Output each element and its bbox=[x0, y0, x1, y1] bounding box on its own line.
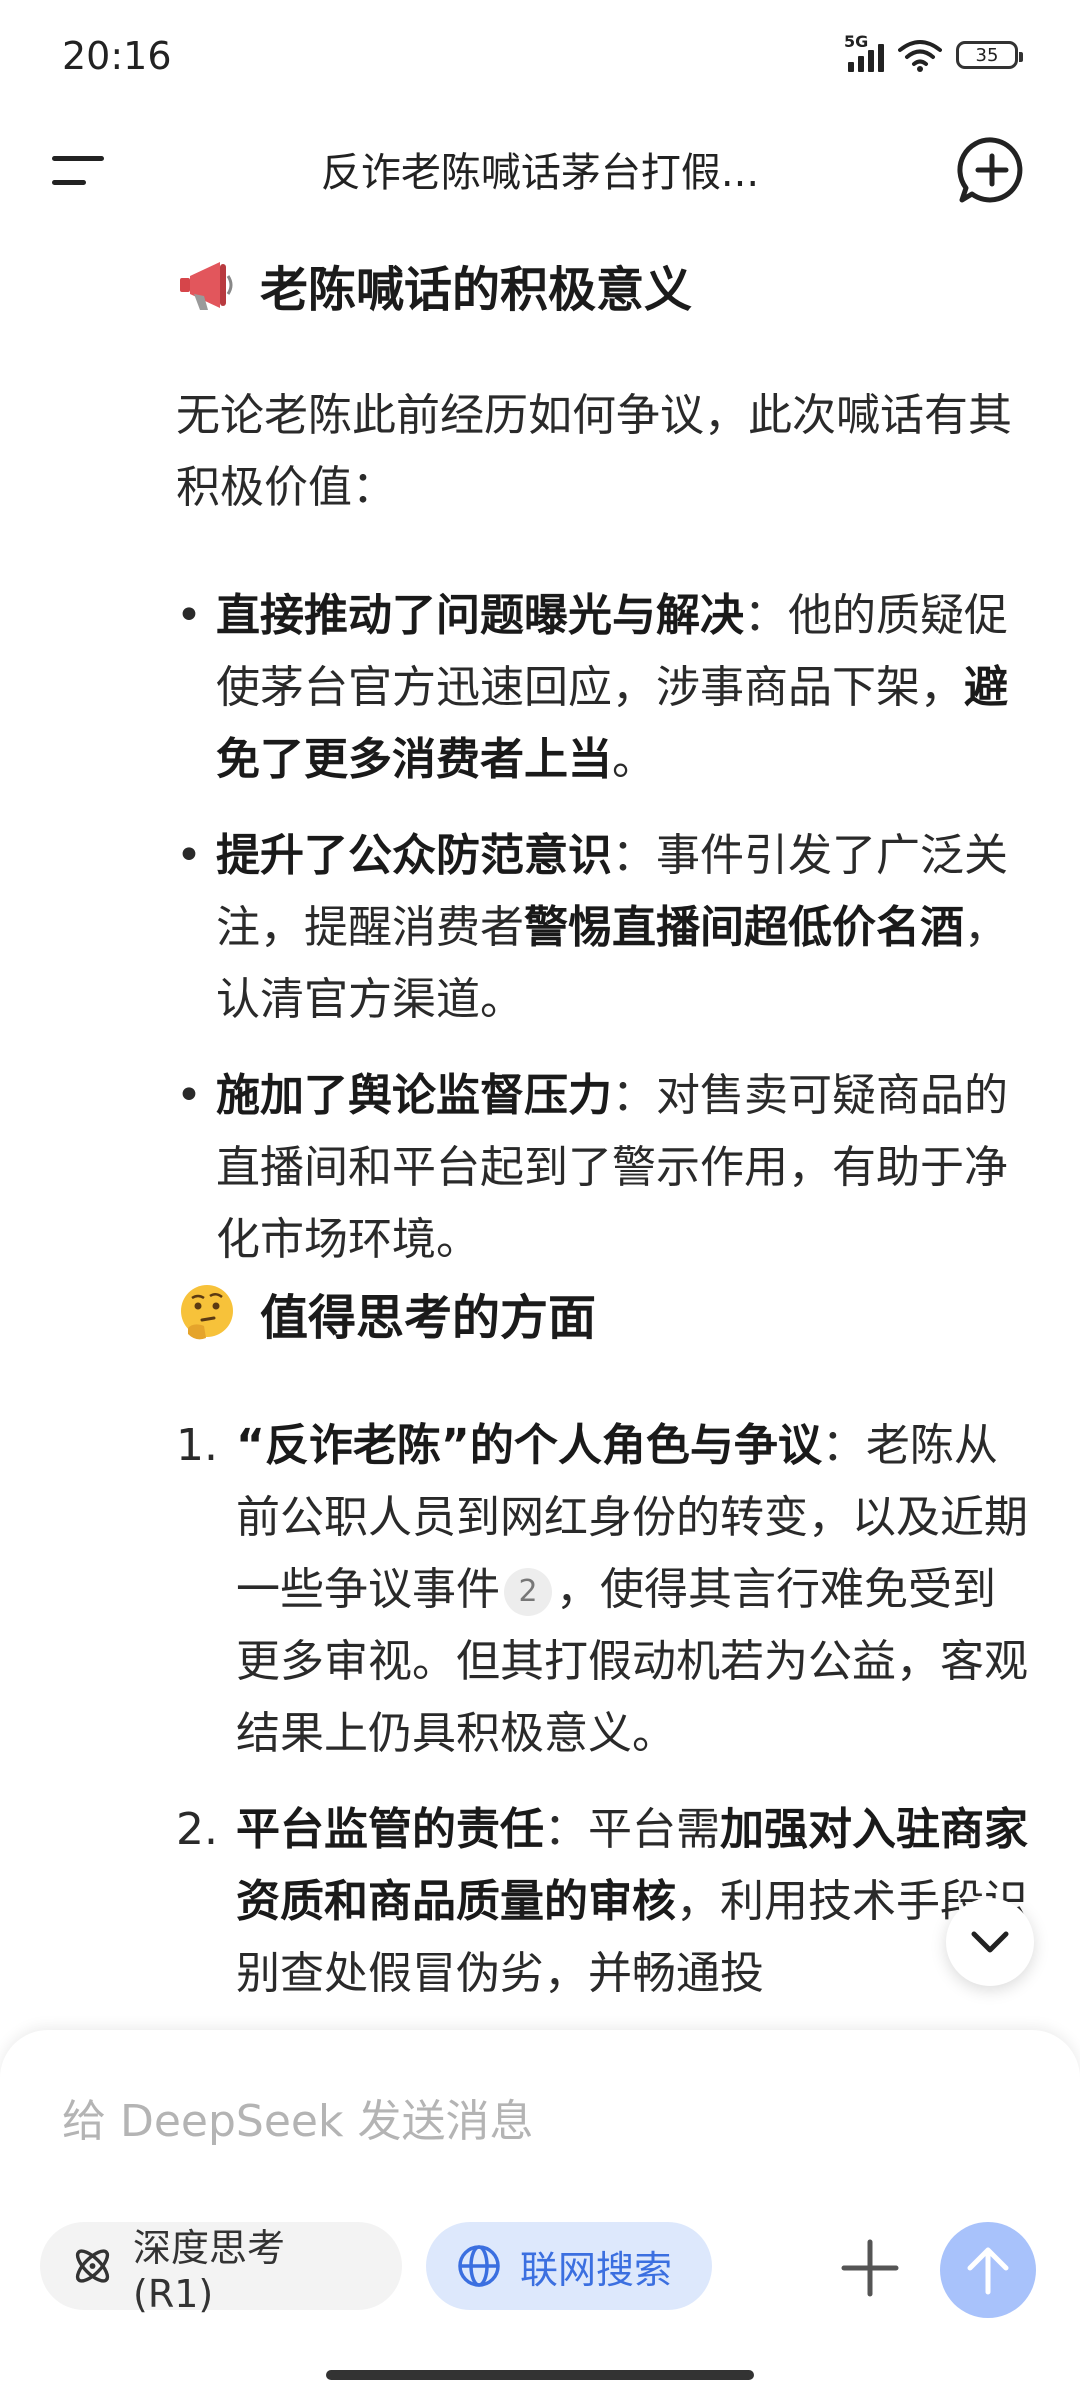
send-button[interactable] bbox=[940, 2222, 1036, 2318]
deep-think-label: 深度思考 (R1) bbox=[133, 2225, 286, 2316]
section-heading-text: 老陈喊话的积极意义 bbox=[260, 262, 693, 318]
item-bold: “反诈老陈”的个人角色与争议 bbox=[236, 1420, 822, 1471]
list-item: • 施加了舆论监督压力：对售卖可疑商品的直播间和平台起到了警示作用，有助于净化市… bbox=[176, 1060, 1036, 1276]
home-indicator[interactable] bbox=[326, 2370, 754, 2380]
atom-icon bbox=[75, 2249, 110, 2283]
battery-icon: 35 bbox=[956, 41, 1023, 69]
megaphone-emoji-icon bbox=[180, 262, 233, 310]
list-item: • 直接推动了问题曝光与解决：他的质疑促使茅台官方迅速回应，涉事商品下架，避免了… bbox=[176, 580, 1036, 796]
plus-icon bbox=[841, 2239, 899, 2297]
status-icons: 5G 35 bbox=[844, 32, 1023, 72]
new-chat-button[interactable] bbox=[956, 134, 1028, 206]
battery-level: 35 bbox=[975, 44, 999, 66]
item-bold: 提升了公众防范意识 bbox=[216, 830, 612, 881]
bullet-mark: • bbox=[176, 830, 202, 881]
item-number: 2. bbox=[176, 1804, 218, 1855]
section-intro: 无论老陈此前经历如何争议，此次喊话有其积极价值： bbox=[176, 390, 1012, 513]
item-text: ：平台需 bbox=[544, 1804, 720, 1855]
item-text-2: 。 bbox=[612, 734, 656, 785]
list-item: • 提升了公众防范意识：事件引发了广泛关注，提醒消费者警惕直播间超低价名酒，认清… bbox=[176, 820, 1036, 1036]
message-input[interactable] bbox=[60, 2080, 1024, 2162]
web-search-label: 联网搜索 bbox=[520, 2247, 673, 2292]
item-bold: 施加了舆论监督压力 bbox=[216, 1070, 612, 1121]
signal-icon: 5G bbox=[844, 32, 884, 72]
menu-button[interactable] bbox=[52, 146, 112, 196]
scroll-to-bottom-button[interactable] bbox=[946, 1898, 1034, 1986]
list-item: 2. 平台监管的责任：平台需加强对入驻商家资质和商品质量的审核，利用技术手段识别… bbox=[176, 1794, 1036, 2010]
globe-icon bbox=[458, 2245, 500, 2287]
chat-header: 反诈老陈喊话茅台打假... bbox=[0, 120, 1080, 220]
section-heading-text: 值得思考的方面 bbox=[260, 1290, 597, 1346]
list-item: 1. “反诈老陈”的个人角色与争议：老陈从前公职人员到网红身份的转变，以及近期一… bbox=[176, 1410, 1036, 1770]
wifi-icon bbox=[898, 40, 942, 72]
deep-think-toggle[interactable]: 深度思考 (R1) bbox=[40, 2222, 402, 2316]
arrow-up-icon bbox=[967, 2247, 1009, 2295]
message-composer: 深度思考 (R1) 联网搜索 bbox=[0, 2030, 1080, 2400]
section-heading-positive: 老陈喊话的积极意义 bbox=[176, 250, 692, 320]
menu-icon-line bbox=[52, 180, 86, 185]
item-bold-2: 警惕直播间超低价名酒 bbox=[524, 902, 964, 953]
chat-content[interactable]: 老陈喊话的积极意义 无论老陈此前经历如何争议，此次喊话有其积极价值： • 直接推… bbox=[0, 220, 1080, 2030]
citation-badge[interactable]: 2 bbox=[504, 1568, 552, 1616]
numbered-list: 1. “反诈老陈”的个人角色与争议：老陈从前公职人员到网红身份的转变，以及近期一… bbox=[176, 1410, 1036, 2030]
chevron-down-icon bbox=[971, 1931, 1009, 1953]
thinking-face-emoji-icon bbox=[181, 1285, 233, 1340]
bullet-list: • 直接推动了问题曝光与解决：他的质疑促使茅台官方迅速回应，涉事商品下架，避免了… bbox=[176, 580, 1036, 1300]
attach-button[interactable] bbox=[838, 2236, 902, 2300]
item-bold: 直接推动了问题曝光与解决 bbox=[216, 590, 744, 641]
web-search-toggle[interactable]: 联网搜索 bbox=[426, 2222, 712, 2310]
bullet-mark: • bbox=[176, 1070, 202, 1121]
network-type-label: 5G bbox=[844, 32, 869, 51]
status-time: 20:16 bbox=[62, 34, 172, 78]
item-number: 1. bbox=[176, 1420, 218, 1471]
section-heading-reflection: 值得思考的方面 bbox=[176, 1278, 596, 1348]
item-bold: 平台监管的责任 bbox=[236, 1804, 544, 1855]
new-chat-icon bbox=[957, 137, 1023, 203]
bullet-mark: • bbox=[176, 590, 202, 641]
status-bar: 20:16 5G 35 bbox=[0, 0, 1080, 120]
menu-icon bbox=[52, 156, 104, 161]
chat-title[interactable]: 反诈老陈喊话茅台打假... bbox=[180, 140, 900, 198]
